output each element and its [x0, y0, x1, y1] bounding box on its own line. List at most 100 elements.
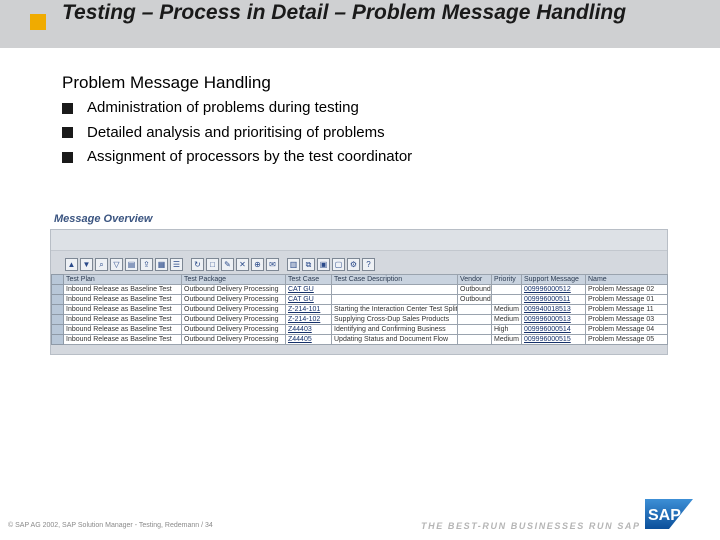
column-header[interactable]: Name	[585, 274, 668, 285]
test-case-link[interactable]: Z-214-102	[285, 314, 332, 325]
table-cell: Problem Message 04	[585, 324, 668, 335]
row-selector[interactable]	[51, 304, 64, 315]
section-heading: Problem Message Handling	[62, 73, 271, 92]
table-cell: Outbound Delivery Processing	[181, 314, 286, 325]
detail-icon[interactable]: ☰	[170, 257, 183, 271]
table-cell: Inbound Release as Baseline Test	[63, 294, 182, 305]
table-cell: Outbound Delivery Processing	[181, 284, 286, 295]
test-case-link[interactable]: Z44405	[285, 334, 332, 345]
message-table: Test Plan Test Package Test Case Test Ca…	[51, 274, 668, 345]
table-cell: Inbound Release as Baseline Test	[63, 324, 182, 335]
slide-title: Testing – Process in Detail – Problem Me…	[62, 1, 627, 24]
table-cell: High	[491, 324, 522, 335]
window-header-strip	[51, 230, 667, 251]
test-case-link[interactable]: Z-214-101	[285, 304, 332, 315]
support-message-link[interactable]: 009996000514	[521, 324, 586, 335]
bullet-item: Administration of problems during testin…	[62, 96, 412, 121]
support-message-link[interactable]: 009996000512	[521, 284, 586, 295]
table-row[interactable]: Inbound Release as Baseline Test Outboun…	[51, 334, 668, 345]
support-message-link[interactable]: 009996000511	[521, 294, 586, 305]
column-header[interactable]: Test Package	[181, 274, 286, 285]
column-header[interactable]: Vendor	[457, 274, 492, 285]
table-cell: Problem Message 03	[585, 314, 668, 325]
square-bullet-icon	[62, 127, 73, 139]
message-overview-label: Message Overview	[54, 213, 153, 225]
column-header[interactable]: Test Plan	[63, 274, 182, 285]
support-message-link[interactable]: 009996000513	[521, 314, 586, 325]
table-row[interactable]: Inbound Release as Baseline Test Outboun…	[51, 284, 668, 295]
sort-descending-icon[interactable]: ▼	[80, 257, 93, 271]
graphic-icon[interactable]: ▥	[287, 257, 300, 271]
sap-logo-text: SAP	[648, 507, 681, 524]
title-accent-square	[30, 14, 46, 30]
table-cell: Medium	[491, 334, 522, 345]
column-header[interactable]: Test Case	[285, 274, 332, 285]
sort-ascending-icon[interactable]: ▲	[65, 257, 78, 271]
bullet-item: Detailed analysis and prioritising of pr…	[62, 121, 412, 146]
table-cell: Updating Status and Document Flow	[331, 334, 458, 345]
message-overview-window: ▲ ▼ ⌕ ▽ ▤ ⇪ ▦ ☰ ↻ □ ✎ ✕ ⊕ ✉ ▥ ⧉ ▣ ▢ ⚙ ?	[50, 229, 668, 355]
help-icon[interactable]: ?	[362, 257, 375, 271]
test-case-link[interactable]: CAT GU	[285, 284, 332, 295]
refresh-icon[interactable]: ↻	[191, 257, 204, 271]
table-cell: Outbound Delivery Processing	[181, 294, 286, 305]
support-message-link[interactable]: 009940018513	[521, 304, 586, 315]
test-case-link[interactable]: Z44403	[285, 324, 332, 335]
attach-icon[interactable]: ⊕	[251, 257, 264, 271]
export-icon[interactable]: ⇪	[140, 257, 153, 271]
table-cell	[457, 324, 492, 335]
print-icon[interactable]: ▤	[125, 257, 138, 271]
mail-icon[interactable]: ✉	[266, 257, 279, 271]
table-cell	[331, 284, 458, 295]
table-cell: Medium	[491, 304, 522, 315]
table-cell	[457, 314, 492, 325]
find-icon[interactable]: ⌕	[95, 257, 108, 271]
bullet-text: Detailed analysis and prioritising of pr…	[87, 123, 385, 141]
table-cell: Inbound Release as Baseline Test	[63, 304, 182, 315]
deselect-icon[interactable]: ▢	[332, 257, 345, 271]
footer-copyright: © SAP AG 2002, SAP Solution Manager - Te…	[8, 522, 213, 529]
sap-logo: SAP	[645, 499, 693, 529]
table-cell: Identifying and Confirming Business	[331, 324, 458, 335]
column-header[interactable]: Priority	[491, 274, 522, 285]
filter-icon[interactable]: ▽	[110, 257, 123, 271]
table-cell: Outbound Delivery Processing	[181, 334, 286, 345]
delete-icon[interactable]: ✕	[236, 257, 249, 271]
table-cell: Inbound Release as Baseline Test	[63, 334, 182, 345]
edit-icon[interactable]: ✎	[221, 257, 234, 271]
row-selector[interactable]	[51, 314, 64, 325]
row-selector[interactable]	[51, 284, 64, 295]
test-case-link[interactable]: CAT GU	[285, 294, 332, 305]
table-row[interactable]: Inbound Release as Baseline Test Outboun…	[51, 304, 668, 315]
table-cell: Problem Message 11	[585, 304, 668, 315]
row-selector[interactable]	[51, 294, 64, 305]
select-all-icon[interactable]: ▣	[317, 257, 330, 271]
table-cell: Problem Message 02	[585, 284, 668, 295]
table-cell: Starting the Interaction Center Test Spl…	[331, 304, 458, 315]
table-row[interactable]: Inbound Release as Baseline Test Outboun…	[51, 294, 668, 305]
copy-icon[interactable]: ⧉	[302, 257, 315, 271]
bullet-list: Administration of problems during testin…	[62, 96, 412, 170]
table-header-row: Test Plan Test Package Test Case Test Ca…	[51, 274, 668, 285]
table-row[interactable]: Inbound Release as Baseline Test Outboun…	[51, 314, 668, 325]
support-message-link[interactable]: 009996000515	[521, 334, 586, 345]
table-cell: Problem Message 05	[585, 334, 668, 345]
layout-icon[interactable]: ▦	[155, 257, 168, 271]
table-cell	[491, 294, 522, 305]
column-header[interactable]: Test Case Description	[331, 274, 458, 285]
table-cell: Outbound	[457, 294, 492, 305]
row-selector[interactable]	[51, 324, 64, 335]
create-icon[interactable]: □	[206, 257, 219, 271]
table-row[interactable]: Inbound Release as Baseline Test Outboun…	[51, 324, 668, 335]
square-bullet-icon	[62, 102, 73, 114]
footer-slogan: THE BEST-RUN BUSINESSES RUN SAP	[421, 521, 641, 531]
table-cell	[491, 284, 522, 295]
table-cell: Inbound Release as Baseline Test	[63, 314, 182, 325]
row-selector[interactable]	[51, 334, 64, 345]
column-header[interactable]: Support Message	[521, 274, 586, 285]
settings-icon[interactable]: ⚙	[347, 257, 360, 271]
table-cell: Problem Message 01	[585, 294, 668, 305]
title-bar: Testing – Process in Detail – Problem Me…	[0, 0, 720, 48]
table-cell: Supplying Cross-Dup Sales Products	[331, 314, 458, 325]
row-selector-all[interactable]	[51, 274, 64, 285]
